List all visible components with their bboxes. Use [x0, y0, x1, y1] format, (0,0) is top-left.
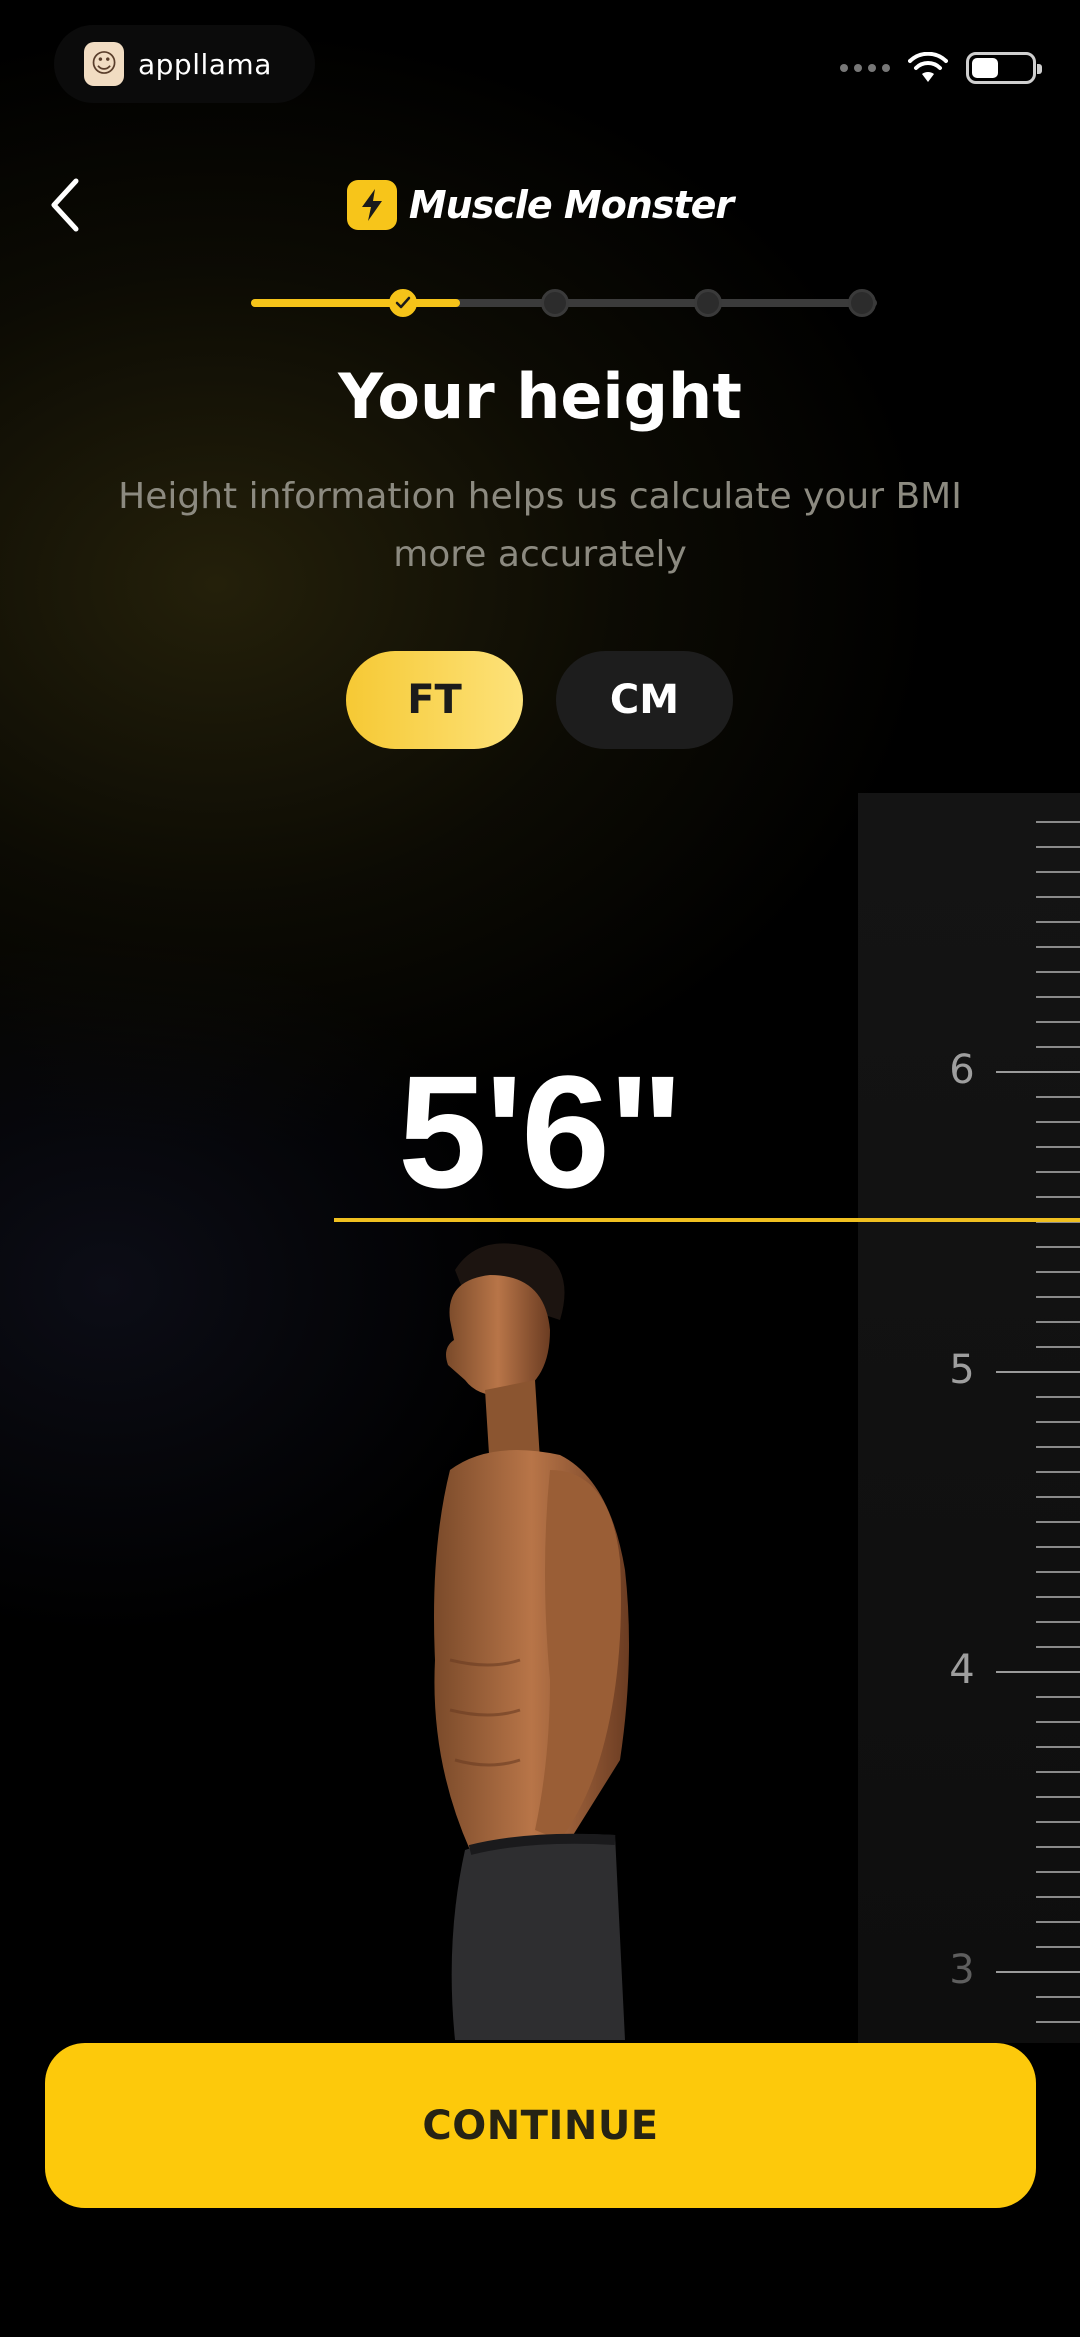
ruler-minor-tick: [1036, 1321, 1080, 1323]
progress-step: [694, 289, 722, 317]
ruler-minor-tick: [1036, 1696, 1080, 1698]
check-icon: [395, 296, 411, 309]
ruler-minor-tick: [1036, 2021, 1080, 2023]
ruler-label: 4: [949, 1647, 975, 1693]
height-value: 5'6": [398, 1042, 684, 1221]
llama-icon: ☺: [84, 42, 124, 86]
ruler-minor-tick: [1036, 1571, 1080, 1573]
ruler-minor-tick: [1036, 1346, 1080, 1348]
progress-step: [848, 289, 876, 317]
ruler-minor-tick: [1036, 1646, 1080, 1648]
appllama-label: appllama: [138, 47, 272, 81]
ruler-major-tick: [996, 1371, 1080, 1373]
ruler-minor-tick: [1036, 1596, 1080, 1598]
ruler-minor-tick: [1036, 1246, 1080, 1248]
ruler-minor-tick: [1036, 1021, 1080, 1023]
ruler-minor-tick: [1036, 1746, 1080, 1748]
ruler-label: 6: [949, 1047, 975, 1093]
ruler-minor-tick: [1036, 1471, 1080, 1473]
ruler-minor-tick: [1036, 946, 1080, 948]
ruler-minor-tick: [1036, 1721, 1080, 1723]
ruler-minor-tick: [1036, 846, 1080, 848]
appllama-pill: ☺ appllama: [54, 25, 315, 103]
ruler-minor-tick: [1036, 1271, 1080, 1273]
brand-name: Muscle Monster: [408, 183, 734, 227]
progress-fill: [251, 299, 460, 307]
ruler-major-tick: [996, 1671, 1080, 1673]
height-ruler[interactable]: 6 5 4 3: [858, 793, 1080, 2043]
lightning-bolt-icon: [346, 180, 397, 230]
ruler-minor-tick: [1036, 1921, 1080, 1923]
unit-ft-button[interactable]: FT: [346, 651, 523, 749]
ruler-label: 3: [949, 1947, 975, 1993]
ruler-minor-tick: [1036, 1771, 1080, 1773]
status-indicators: [840, 52, 1042, 84]
step-progress: [251, 289, 877, 317]
ruler-minor-tick: [1036, 1396, 1080, 1398]
ruler-minor-tick: [1036, 1946, 1080, 1948]
unit-toggle: FT CM: [346, 651, 733, 749]
signal-icon: [840, 64, 890, 72]
page-title: Your height: [338, 360, 742, 433]
ruler-minor-tick: [1036, 996, 1080, 998]
ruler-minor-tick: [1036, 1821, 1080, 1823]
continue-button[interactable]: CONTINUE: [45, 2043, 1036, 2208]
brand-logo: Muscle Monster: [0, 180, 1080, 230]
ruler-major-tick: [996, 1071, 1080, 1073]
ruler-minor-tick: [1036, 1496, 1080, 1498]
ruler-minor-tick: [1036, 1046, 1080, 1048]
ruler-minor-tick: [1036, 971, 1080, 973]
progress-step-completed: [389, 289, 417, 317]
progress-step: [541, 289, 569, 317]
ruler-minor-tick: [1036, 1896, 1080, 1898]
ruler-minor-tick: [1036, 821, 1080, 823]
ruler-minor-tick: [1036, 896, 1080, 898]
battery-icon: [966, 52, 1042, 84]
ruler-minor-tick: [1036, 1846, 1080, 1848]
ruler-minor-tick: [1036, 1121, 1080, 1123]
ruler-minor-tick: [1036, 1421, 1080, 1423]
ruler-minor-tick: [1036, 1796, 1080, 1798]
ruler-major-tick: [996, 1971, 1080, 1973]
ruler-minor-tick: [1036, 1521, 1080, 1523]
ruler-minor-tick: [1036, 1296, 1080, 1298]
ruler-minor-tick: [1036, 1446, 1080, 1448]
ruler-minor-tick: [1036, 1146, 1080, 1148]
ruler-minor-tick: [1036, 1171, 1080, 1173]
ruler-minor-tick: [1036, 1546, 1080, 1548]
ruler-label: 5: [949, 1347, 975, 1393]
athlete-figure: [434, 1243, 629, 2040]
ruler-minor-tick: [1036, 871, 1080, 873]
ruler-minor-tick: [1036, 1196, 1080, 1198]
wifi-icon: [908, 52, 948, 82]
ruler-minor-tick: [1036, 1996, 1080, 1998]
unit-cm-button[interactable]: CM: [556, 651, 733, 749]
page-subtitle: Height information helps us calculate yo…: [118, 476, 962, 575]
ruler-minor-tick: [1036, 1871, 1080, 1873]
ruler-minor-tick: [1036, 1621, 1080, 1623]
ruler-minor-tick: [1036, 921, 1080, 923]
ruler-minor-tick: [1036, 1096, 1080, 1098]
height-indicator-line: [334, 1218, 1080, 1222]
